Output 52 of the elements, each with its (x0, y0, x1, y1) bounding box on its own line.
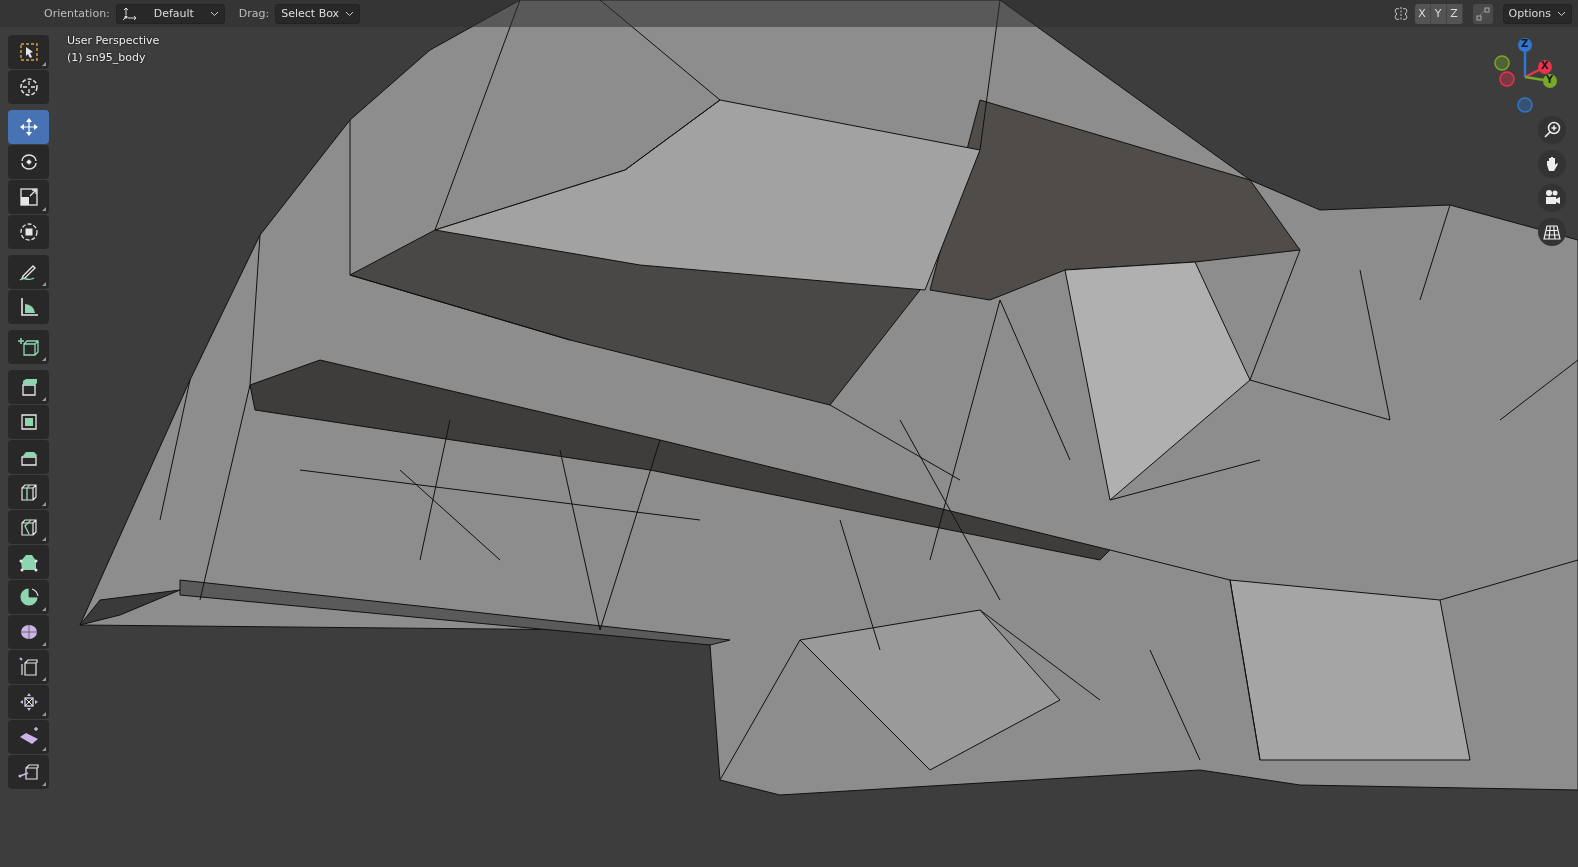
axis-toggle[interactable]: Y (1430, 3, 1447, 24)
drag-dropdown[interactable]: Select Box (275, 3, 361, 24)
tool-button[interactable] (8, 255, 49, 289)
options-dropdown[interactable]: Options (1502, 3, 1572, 24)
tool-button[interactable] (8, 215, 49, 249)
tool-button[interactable] (8, 35, 49, 69)
tool-button[interactable] (8, 755, 49, 789)
grid-icon (1543, 223, 1561, 241)
tool-button[interactable] (8, 290, 49, 324)
camera-icon (1543, 189, 1561, 207)
view-name: User Perspective (67, 34, 160, 47)
tool-button[interactable] (8, 70, 49, 104)
cube-edge-slide-icon (16, 655, 41, 679)
tool-button[interactable] (8, 545, 49, 579)
tool-button[interactable] (8, 405, 49, 439)
chevron-down-icon (1557, 10, 1566, 17)
drag-label: Drag: (238, 7, 270, 20)
tool-button[interactable] (8, 330, 49, 364)
tool-button[interactable] (8, 580, 49, 614)
tool-button[interactable] (8, 440, 49, 474)
negative-axis-dot[interactable] (1517, 97, 1533, 113)
axis-toggle[interactable]: Z (1446, 3, 1463, 24)
axis-label: Y (1546, 74, 1554, 85)
negative-axis-dot[interactable] (1494, 55, 1510, 71)
camera-button[interactable] (1538, 184, 1566, 212)
axis-label: Z (1521, 38, 1529, 49)
tool-button[interactable] (8, 510, 49, 544)
axes-icon (121, 6, 138, 21)
tool-button[interactable] (8, 475, 49, 509)
mirror-icon[interactable] (1392, 5, 1409, 22)
cube-plus-icon (16, 335, 41, 359)
tool-button[interactable] (8, 720, 49, 754)
tool-button[interactable] (8, 685, 49, 719)
pan-button[interactable] (1538, 150, 1566, 178)
chevron-down-icon (345, 10, 355, 17)
tool-button[interactable] (8, 615, 49, 649)
tool-button[interactable] (8, 180, 49, 214)
snap-icon (1475, 6, 1490, 21)
zoom-in-icon (1543, 121, 1561, 139)
orientation-dropdown[interactable]: Default (115, 3, 225, 24)
chevron-down-icon (209, 10, 219, 17)
object-name: (1) sn95_body (67, 51, 147, 64)
negative-axis-dot[interactable] (1499, 71, 1515, 87)
axis-toggle[interactable]: X (1414, 3, 1431, 24)
grid-button[interactable] (1538, 218, 1566, 246)
tool-button[interactable] (8, 650, 49, 684)
zoom-button[interactable] (1538, 116, 1566, 144)
snap-toggle[interactable] (1472, 3, 1493, 24)
orientation-label: Orientation: (44, 7, 110, 20)
axis-label: X (1541, 60, 1549, 71)
tool-button[interactable] (8, 145, 49, 179)
tool-button[interactable] (8, 370, 49, 404)
